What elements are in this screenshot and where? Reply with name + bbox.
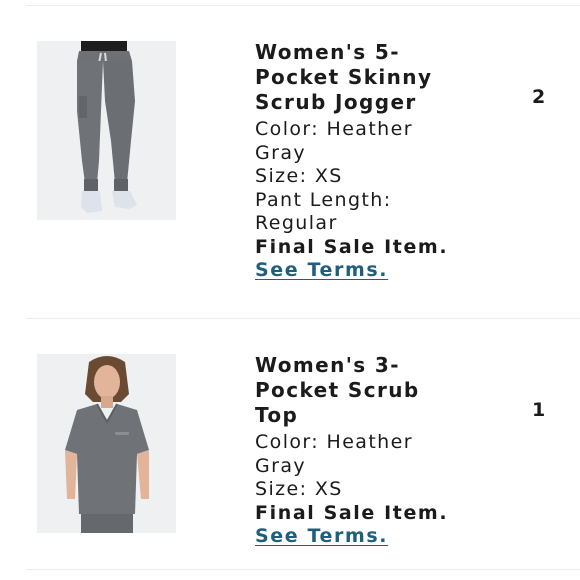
product-name[interactable]: Women's 3-Pocket Scrub Top bbox=[255, 353, 470, 428]
item-divider bbox=[26, 318, 580, 319]
jogger-photo-icon bbox=[37, 41, 176, 220]
top-photo-icon bbox=[37, 354, 176, 533]
product-image-top[interactable] bbox=[37, 354, 176, 533]
see-terms-link[interactable]: See Terms. bbox=[255, 525, 388, 549]
final-sale-notice: Final Sale Item. bbox=[255, 235, 449, 258]
product-size: Size: XS bbox=[255, 165, 343, 187]
product-size: Size: XS bbox=[255, 478, 343, 500]
product-pant-length: Pant Length: Regular bbox=[255, 188, 392, 235]
product-color: Color: Heather Gray bbox=[255, 118, 413, 164]
item-quantity: 1 bbox=[532, 399, 546, 421]
top-divider bbox=[26, 5, 580, 6]
item-quantity: 2 bbox=[532, 86, 546, 108]
product-image-jogger[interactable] bbox=[37, 41, 176, 220]
bottom-divider bbox=[26, 569, 580, 570]
product-color: Color: Heather Gray bbox=[255, 431, 413, 477]
see-terms-link[interactable]: See Terms. bbox=[255, 259, 388, 283]
final-sale-notice: Final Sale Item. bbox=[255, 501, 449, 524]
product-name[interactable]: Women's 5-Pocket Skinny Scrub Jogger bbox=[255, 40, 470, 115]
